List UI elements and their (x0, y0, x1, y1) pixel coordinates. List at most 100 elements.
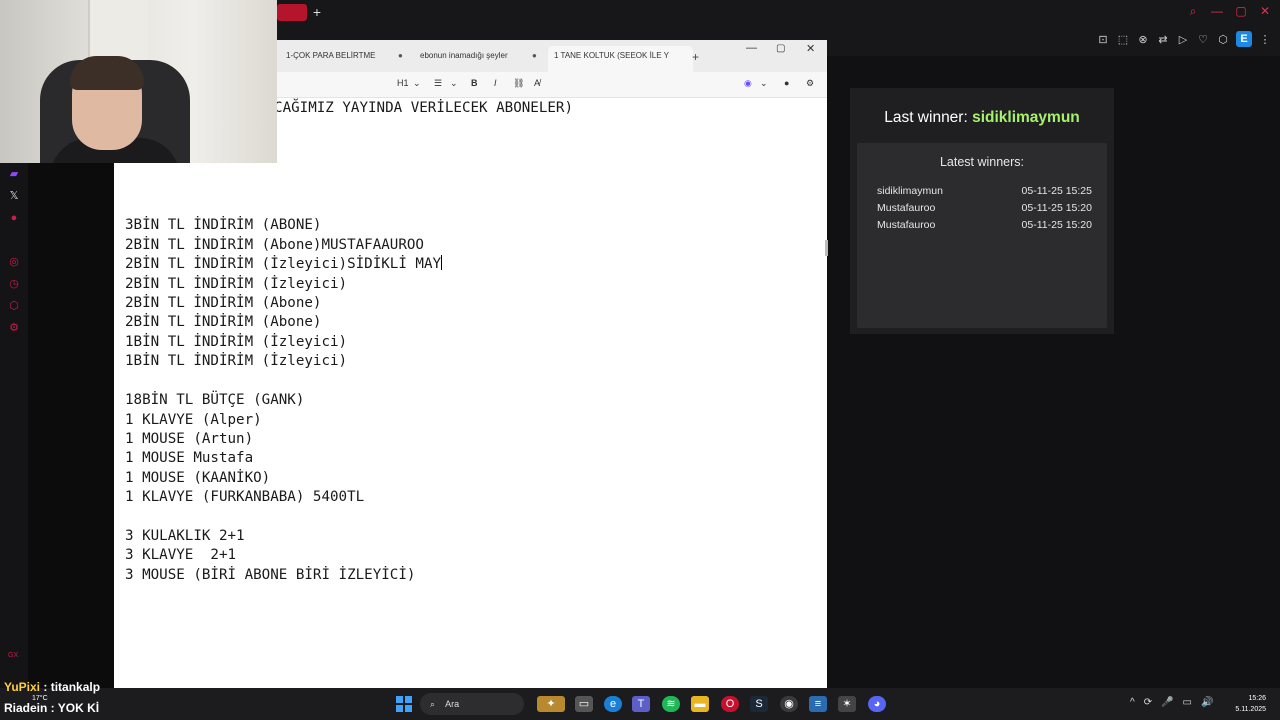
italic-button[interactable]: I (494, 78, 497, 88)
sync-icon[interactable]: ⟳ (1144, 697, 1152, 708)
windows-start-icon[interactable] (396, 696, 412, 712)
tab-label: 1-ÇOK PARA BELİRTME (286, 51, 376, 60)
close-icon[interactable]: ✕ (806, 42, 815, 55)
adblock-icon[interactable]: ⊗ (1136, 33, 1150, 46)
text-line: 3 MOUSE (BİRİ ABONE BİRİ İZLEYİCİ) (125, 566, 416, 583)
chevron-down-icon[interactable]: ⌄ (450, 78, 458, 89)
notepad-new-tab-button[interactable]: + (692, 50, 699, 64)
text-line: 1 KLAVYE (Alper) (125, 411, 262, 428)
taskbar-clock[interactable]: 15:26 5.11.2025 (1228, 693, 1266, 715)
last-winner-label: Last winner: (884, 109, 968, 126)
menu-icon[interactable]: ⋮ (1258, 33, 1272, 46)
cube-icon[interactable]: ⬡ (0, 295, 28, 317)
heart-icon[interactable]: ♡ (1196, 33, 1210, 46)
winner-time: 05-11-25 15:20 (1021, 219, 1092, 231)
maximize-icon[interactable]: ▢ (1234, 4, 1248, 19)
teams-icon[interactable]: T (632, 696, 650, 712)
profile-avatar[interactable]: E (1236, 31, 1252, 47)
volume-icon[interactable]: 🔊 (1201, 697, 1213, 708)
gx-logo: GX (8, 652, 19, 659)
unsaved-dot-icon: ● (398, 51, 403, 60)
microphone-icon[interactable]: 🎤 (1161, 697, 1173, 708)
steam-icon[interactable]: S (750, 696, 768, 712)
spotify-icon[interactable]: ≋ (662, 696, 680, 712)
twitch-icon[interactable]: ▰ (0, 163, 28, 185)
link-icon[interactable]: ⛓ (513, 78, 524, 89)
webcam-person-hair (70, 56, 144, 90)
text-line: 1 MOUSE (KAANİKO) (125, 469, 271, 486)
close-icon[interactable]: ✕ (1258, 4, 1272, 19)
text-line: 2BİN TL İNDİRİM (Abone) (125, 295, 322, 312)
winner-row: sidiklimaymun 05-11-25 15:25 (877, 185, 1092, 201)
browser-toolbar: ⊡ ⬚ ⊗ ⇄ ▷ ♡ ⬡ E ⋮ (1096, 31, 1272, 47)
text-line: 2BİN TL İNDİRİM (İzleyici)SİDİKLİ MAY (125, 255, 443, 273)
text-line: 18BİN TL BÜTÇE (GANK) (125, 392, 305, 409)
notepad-tab-active[interactable]: 1 TANE KOLTUK (SEEOK İLE Y (554, 48, 669, 72)
last-winner-heading: Last winner: sidiklimaymun (850, 109, 1114, 127)
winner-time: 05-11-25 15:25 (1021, 185, 1092, 197)
notepad-tab[interactable]: ebonun inamadığı şeyler ● (420, 48, 537, 72)
text-line: 1 MOUSE Mustafa (125, 450, 254, 467)
browser-tab-active[interactable] (277, 4, 307, 21)
winner-name: sidiklimaymun (877, 185, 943, 197)
snapshot-icon[interactable]: ⬚ (1116, 33, 1130, 46)
text-line: 3BİN TL İNDİRİM (ABONE) (125, 217, 322, 234)
chevron-down-icon[interactable]: ⌄ (413, 78, 421, 89)
edge-icon[interactable]: e (604, 696, 622, 712)
account-icon[interactable]: ● (784, 78, 789, 88)
minimize-icon[interactable]: — (1210, 4, 1224, 19)
bookmark-icon[interactable]: ⊡ (1096, 33, 1110, 46)
browser-new-tab-button[interactable]: + (310, 4, 324, 20)
minimize-icon[interactable]: — (746, 42, 757, 54)
latest-winners-title: Latest winners: (939, 155, 1025, 169)
display-icon[interactable]: ▭ (1183, 697, 1192, 708)
bold-button[interactable]: B (471, 78, 478, 88)
gear-icon[interactable]: ⚙ (0, 317, 28, 339)
discord-icon[interactable]: ◕ (868, 696, 886, 712)
chevron-up-icon[interactable]: ^ (1130, 697, 1135, 708)
chat-message: YuPixi : titankalp (4, 680, 100, 694)
text-line: 2BİN TL İNDİRİM (İzleyici) (125, 275, 348, 292)
last-winner-name: sidiklimaymun (972, 109, 1080, 126)
text-line: 3 KLAVYE 2+1 (125, 547, 237, 564)
latest-winners-box: Latest winners: sidiklimaymun 05-11-25 1… (857, 143, 1107, 328)
notepad-taskbar-icon[interactable]: ≡ (809, 696, 827, 712)
opera-gx-icon[interactable]: O (721, 696, 739, 712)
chevron-down-icon[interactable]: ⌄ (760, 78, 768, 89)
browser-window-controls: ⌕ — ▢ ✕ (1186, 4, 1272, 19)
sidebar-spacer (0, 229, 28, 251)
chat-text: titankalp (50, 680, 101, 694)
record-icon[interactable]: ◎ (0, 251, 28, 273)
translate-icon[interactable]: ⇄ (1156, 33, 1170, 46)
music-icon[interactable]: ● (0, 207, 28, 229)
obs-icon[interactable]: ◉ (780, 696, 798, 712)
scrollbar-thumb[interactable] (825, 240, 828, 256)
winner-row: Mustafauroo 05-11-25 15:20 (877, 219, 1092, 235)
copilot-icon[interactable]: ◉ (744, 78, 752, 89)
text-caret (441, 255, 443, 271)
heading-button[interactable]: H1 (397, 78, 409, 88)
clock-icon[interactable]: ◷ (0, 273, 28, 295)
extensions-icon[interactable]: ⬡ (1216, 33, 1230, 46)
x-icon[interactable]: 𝕏 (0, 185, 28, 207)
app-icon[interactable]: ✶ (838, 696, 856, 712)
file-explorer-icon[interactable]: ▬ (691, 696, 709, 712)
notepad-tab[interactable]: 1-ÇOK PARA BELİRTME ● (286, 48, 403, 72)
search-icon[interactable]: ⌕ (1186, 4, 1200, 19)
maximize-icon[interactable]: ▢ (776, 43, 785, 54)
task-view-icon[interactable]: ▭ (575, 696, 593, 712)
unsaved-dot-icon: ● (532, 51, 537, 60)
gear-icon[interactable]: ⚙ (806, 78, 814, 89)
notepad-text-area[interactable]: 3BİN TL İNDİRİM (ABONE) 2BİN TL İNDİRİM (… (125, 100, 815, 585)
browser-sidebar: ▰ 𝕏 ● ◎ ◷ ⬡ ⚙ (0, 163, 28, 688)
text-line: 1BİN TL İNDİRİM (İzleyici) (125, 333, 348, 350)
clear-format-icon[interactable]: A̸ (534, 78, 540, 88)
widgets-icon[interactable]: ✦ (537, 696, 565, 712)
clock-date: 5.11.2025 (1235, 706, 1266, 713)
list-icon[interactable]: ☰ (434, 78, 442, 89)
taskbar-search[interactable]: ⌕ Ara (420, 693, 524, 715)
text-line: 1 MOUSE (Artun) (125, 430, 254, 447)
play-icon[interactable]: ▷ (1176, 33, 1190, 46)
